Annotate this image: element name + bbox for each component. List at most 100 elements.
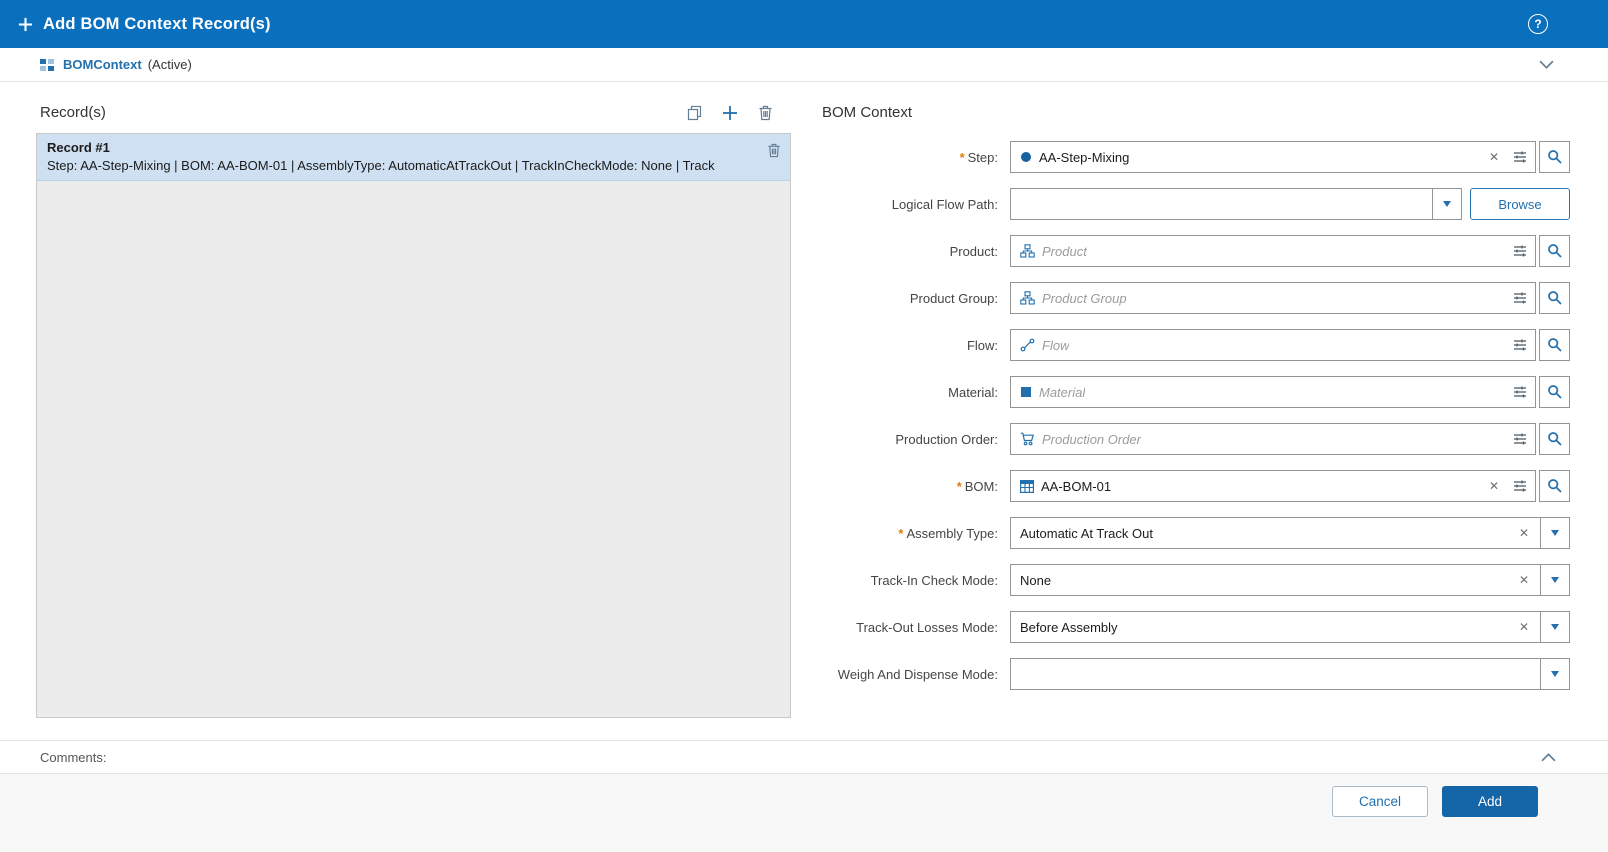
field-row-product-group: Product Group: Product Group: [822, 282, 1570, 314]
track-in-check-mode-label: Track-In Check Mode:: [870, 572, 998, 588]
required-marker: *: [956, 478, 962, 494]
delete-record-button[interactable]: [758, 105, 773, 121]
product-group-placeholder: Product Group: [1042, 290, 1127, 306]
product-label: Product:: [949, 243, 998, 259]
flow-input[interactable]: Flow: [1010, 329, 1536, 361]
main-content: Record(s) Record #1 Step: AA-Step-Mixing…: [0, 82, 1608, 740]
material-search-button[interactable]: [1539, 376, 1570, 408]
dropdown-arrow-icon[interactable]: [1432, 189, 1461, 219]
clear-icon[interactable]: ✕: [1516, 573, 1532, 587]
step-input[interactable]: AA-Step-Mixing ✕: [1010, 141, 1536, 173]
product-placeholder: Product: [1042, 243, 1087, 259]
material-label: Material:: [948, 384, 998, 400]
dropdown-arrow-icon[interactable]: [1540, 565, 1569, 595]
field-row-weigh-and-dispense-mode: Weigh And Dispense Mode:: [822, 658, 1570, 690]
field-row-assembly-type: * Assembly Type: Automatic At Track Out …: [822, 517, 1570, 549]
cart-icon: [1020, 432, 1035, 446]
step-icon: [1020, 151, 1032, 163]
flow-search-button[interactable]: [1539, 329, 1570, 361]
bom-input[interactable]: AA-BOM-01 ✕: [1010, 470, 1536, 502]
comments-label: Comments:: [40, 749, 107, 765]
weigh-and-dispense-mode-label: Weigh And Dispense Mode:: [837, 666, 998, 682]
weigh-and-dispense-mode-select[interactable]: [1010, 658, 1570, 690]
context-bar: BOMContext (Active): [0, 48, 1608, 82]
product-group-icon: [1020, 291, 1035, 305]
bom-value: AA-BOM-01: [1041, 478, 1112, 494]
production-order-search-button[interactable]: [1539, 423, 1570, 455]
cancel-button[interactable]: Cancel: [1332, 786, 1428, 817]
dialog-footer: Cancel Add: [0, 774, 1608, 852]
record-trash-icon[interactable]: [767, 143, 781, 161]
entity-status: (Active): [147, 57, 192, 72]
clear-icon[interactable]: ✕: [1516, 526, 1532, 540]
production-order-placeholder: Production Order: [1042, 431, 1141, 447]
dropdown-arrow-icon[interactable]: [1540, 659, 1569, 689]
track-out-losses-mode-value: Before Assembly: [1020, 619, 1118, 635]
advanced-search-icon[interactable]: [1509, 432, 1531, 446]
logical-flow-path-input[interactable]: [1010, 188, 1462, 220]
entity-icon: [40, 58, 55, 72]
track-in-check-mode-select[interactable]: None ✕: [1010, 564, 1570, 596]
field-row-bom: * BOM: AA-BOM-01 ✕: [822, 470, 1570, 502]
chevron-up-icon[interactable]: [1541, 752, 1556, 762]
product-search-button[interactable]: [1539, 235, 1570, 267]
assembly-type-value: Automatic At Track Out: [1020, 525, 1153, 541]
advanced-search-icon[interactable]: [1509, 244, 1531, 258]
chevron-down-icon[interactable]: [1539, 60, 1554, 69]
field-row-product: Product: Product: [822, 235, 1570, 267]
flow-label: Flow:: [966, 337, 998, 353]
copy-record-button[interactable]: [687, 105, 702, 121]
step-value: AA-Step-Mixing: [1039, 149, 1130, 165]
material-icon: [1020, 386, 1032, 398]
product-group-search-button[interactable]: [1539, 282, 1570, 314]
dropdown-arrow-icon[interactable]: [1540, 518, 1569, 548]
product-icon: [1020, 244, 1035, 258]
record-summary: Step: AA-Step-Mixing | BOM: AA-BOM-01 | …: [47, 158, 715, 173]
clear-icon[interactable]: ✕: [1486, 479, 1502, 493]
product-group-input[interactable]: Product Group: [1010, 282, 1536, 314]
assembly-type-select[interactable]: Automatic At Track Out ✕: [1010, 517, 1570, 549]
advanced-search-icon[interactable]: [1509, 150, 1531, 164]
field-row-track-in-check-mode: Track-In Check Mode: None ✕: [822, 564, 1570, 596]
track-out-losses-mode-select[interactable]: Before Assembly ✕: [1010, 611, 1570, 643]
help-icon[interactable]: ?: [1528, 14, 1548, 34]
record-item[interactable]: Record #1 Step: AA-Step-Mixing | BOM: AA…: [37, 134, 790, 181]
material-input[interactable]: Material: [1010, 376, 1536, 408]
track-in-check-mode-value: None: [1020, 572, 1052, 588]
record-list: Record #1 Step: AA-Step-Mixing | BOM: AA…: [36, 133, 791, 718]
add-button[interactable]: Add: [1442, 786, 1538, 817]
records-header: Record(s): [36, 96, 791, 133]
product-group-label: Product Group:: [909, 290, 998, 306]
advanced-search-icon[interactable]: [1509, 385, 1531, 399]
field-row-flow: Flow: Flow: [822, 329, 1570, 361]
logical-flow-path-label: Logical Flow Path:: [891, 196, 998, 212]
flow-icon: [1020, 338, 1035, 352]
add-record-button[interactable]: [722, 105, 738, 121]
clear-icon[interactable]: ✕: [1486, 150, 1502, 164]
dropdown-arrow-icon[interactable]: [1540, 612, 1569, 642]
record-title: Record #1: [47, 140, 110, 155]
field-row-track-out-losses-mode: Track-Out Losses Mode: Before Assembly ✕: [822, 611, 1570, 643]
advanced-search-icon[interactable]: [1509, 291, 1531, 305]
entity-link[interactable]: BOMContext: [63, 57, 142, 72]
records-panel: Record(s) Record #1 Step: AA-Step-Mixing…: [36, 96, 791, 740]
dialog-title: Add BOM Context Record(s): [43, 14, 271, 33]
assembly-type-label: * Assembly Type:: [898, 525, 998, 541]
production-order-label: Production Order:: [895, 431, 998, 447]
comments-section: Comments:: [0, 740, 1608, 774]
required-marker: *: [898, 525, 904, 541]
bom-label: * BOM:: [956, 478, 998, 494]
production-order-input[interactable]: Production Order: [1010, 423, 1536, 455]
dialog-header: Add BOM Context Record(s) ?: [0, 0, 1608, 48]
plus-icon: [18, 17, 33, 32]
records-title: Record(s): [40, 104, 106, 121]
bom-search-button[interactable]: [1539, 470, 1570, 502]
step-search-button[interactable]: [1539, 141, 1570, 173]
advanced-search-icon[interactable]: [1509, 479, 1531, 493]
track-out-losses-mode-label: Track-Out Losses Mode:: [856, 619, 998, 635]
field-row-logical-flow-path: Logical Flow Path: Browse: [822, 188, 1570, 220]
clear-icon[interactable]: ✕: [1516, 620, 1532, 634]
advanced-search-icon[interactable]: [1509, 338, 1531, 352]
browse-button[interactable]: Browse: [1470, 188, 1570, 220]
product-input[interactable]: Product: [1010, 235, 1536, 267]
